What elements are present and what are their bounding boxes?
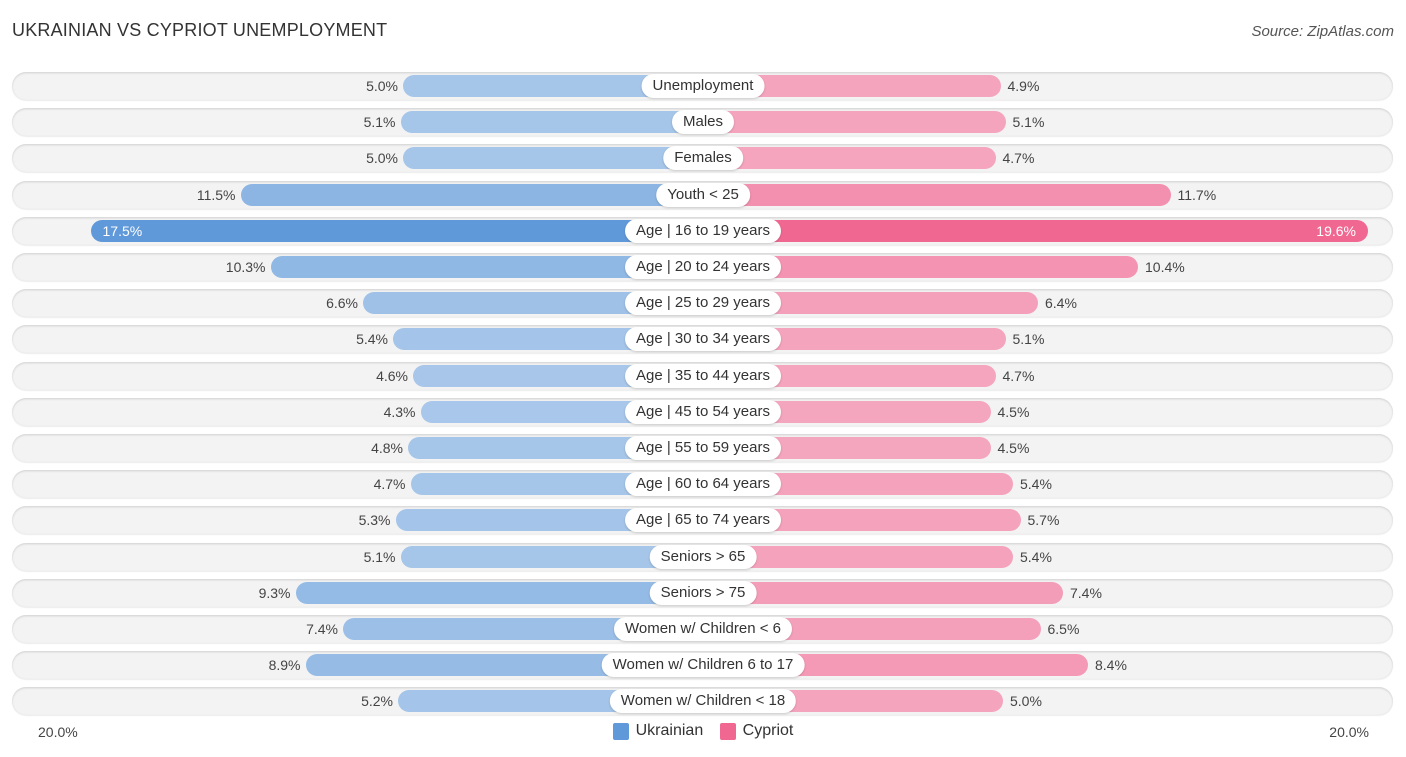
value-label-ukrainian: 8.9% [268,657,301,673]
value-label-cypriot: 11.7% [1177,187,1217,203]
value-label-cypriot: 5.4% [1020,549,1052,565]
category-label: Women w/ Children 6 to 17 [601,653,805,677]
legend-swatch-ukrainian [612,722,629,740]
category-label: Females [663,146,743,170]
value-label-cypriot: 6.4% [1045,295,1077,311]
bar-cypriot[interactable] [703,111,1006,133]
bar-ukrainian[interactable] [90,220,703,242]
value-label-ukrainian: 4.8% [371,440,403,456]
bar-cypriot[interactable] [703,184,1171,206]
category-label: Age | 45 to 54 years [625,400,781,424]
bar-cypriot[interactable] [703,220,1368,242]
value-label-ukrainian: 5.0% [366,78,398,94]
category-label: Women w/ Children < 18 [609,689,797,713]
value-label-ukrainian: 4.3% [383,404,416,420]
category-label: Unemployment [641,74,765,98]
category-label: Age | 55 to 59 years [625,436,781,460]
value-label-cypriot: 19.6% [1316,223,1356,239]
category-label: Youth < 25 [656,183,750,207]
value-label-cypriot: 4.7% [1002,368,1035,384]
value-label-ukrainian: 5.4% [356,331,388,347]
category-label: Age | 65 to 74 years [625,508,781,532]
legend-item-cypriot[interactable]: Cypriot [719,722,794,740]
category-label: Age | 25 to 29 years [625,291,781,315]
value-label-ukrainian: 6.6% [326,295,358,311]
value-label-cypriot: 5.7% [1027,512,1060,528]
category-label: Age | 60 to 64 years [625,472,781,496]
category-label: Males [671,110,735,134]
category-label: Age | 16 to 19 years [625,219,781,243]
value-label-ukrainian: 5.2% [361,693,393,709]
category-label: Seniors > 75 [649,581,757,605]
category-label: Women w/ Children < 6 [613,617,793,641]
bar-cypriot[interactable] [703,582,1063,604]
value-label-cypriot: 6.5% [1047,621,1080,637]
value-label-cypriot: 10.4% [1145,259,1185,275]
legend-label-ukrainian: Ukrainian [635,722,704,739]
value-label-ukrainian: 4.6% [376,368,408,384]
legend-swatch-cypriot [719,722,736,740]
bar-ukrainian[interactable] [295,582,703,604]
value-label-ukrainian: 10.3% [225,259,266,275]
value-label-cypriot: 4.7% [1002,150,1035,166]
value-label-ukrainian: 5.1% [363,549,396,565]
value-label-ukrainian: 4.7% [373,476,406,492]
value-label-ukrainian: 5.1% [363,114,396,130]
value-label-ukrainian: 11.5% [196,187,236,203]
value-label-cypriot: 8.4% [1095,657,1127,673]
value-label-cypriot: 5.1% [1012,331,1045,347]
bar-ukrainian[interactable] [400,111,703,133]
category-label: Age | 20 to 24 years [625,255,781,279]
value-label-cypriot: 4.9% [1007,78,1040,94]
value-label-cypriot: 5.0% [1010,693,1042,709]
legend-item-ukrainian[interactable]: Ukrainian [612,722,704,740]
value-label-cypriot: 7.4% [1070,585,1102,601]
value-label-ukrainian: 7.4% [306,621,338,637]
category-label: Age | 30 to 34 years [625,327,781,351]
value-label-cypriot: 5.1% [1012,114,1045,130]
value-label-ukrainian: 17.5% [102,223,143,239]
value-label-cypriot: 4.5% [997,404,1030,420]
bar-ukrainian[interactable] [240,184,703,206]
chart-body: 5.0% 4.9% Unemployment 5.1% 5.1% Males 5.0% 4.7… [0,0,1406,757]
bar-ukrainian[interactable] [403,147,703,169]
value-label-ukrainian: 9.3% [258,585,291,601]
category-label: Seniors > 65 [649,545,757,569]
value-label-ukrainian: 5.0% [366,150,398,166]
value-label-cypriot: 5.4% [1020,476,1052,492]
legend: Ukrainian Cypriot [0,722,1406,745]
value-label-cypriot: 4.5% [997,440,1030,456]
category-label: Age | 35 to 44 years [625,364,781,388]
bar-cypriot[interactable] [703,147,996,169]
legend-label-cypriot: Cypriot [742,722,794,739]
value-label-ukrainian: 5.3% [358,512,391,528]
